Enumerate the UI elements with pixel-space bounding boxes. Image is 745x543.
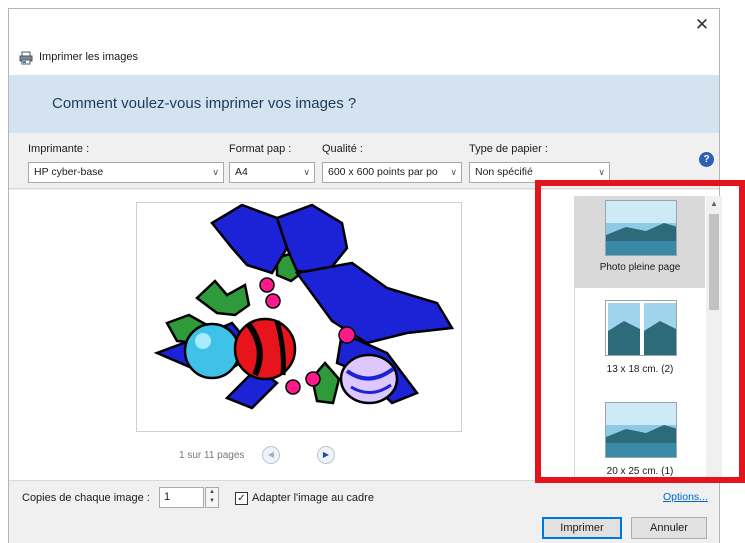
scroll-thumb[interactable] (709, 214, 719, 310)
landscape-thumbnail (605, 402, 677, 458)
increment-icon[interactable]: ▲ (206, 488, 218, 497)
quality-label: Qualité : (322, 143, 363, 155)
printer-label: Imprimante : (28, 143, 90, 155)
banner-heading: Comment voulez-vous imprimer vos images … (52, 95, 357, 112)
chevron-down-icon: ∨ (598, 167, 605, 177)
copies-spinner[interactable]: ▲ ▼ (205, 487, 219, 508)
printer-value: HP cyber-base (34, 166, 104, 178)
help-icon[interactable]: ? (699, 152, 714, 167)
fit-to-frame-label[interactable]: Adapter l'image au cadre (252, 492, 374, 504)
landscape-thumbnail (605, 200, 677, 256)
chevron-down-icon: ∨ (450, 167, 457, 177)
scroll-up-icon[interactable]: ▲ (706, 196, 722, 212)
layout-label-full-page: Photo pleine page (599, 262, 681, 273)
print-preview (136, 202, 462, 432)
paper-size-label: Format pap : (229, 143, 292, 155)
fit-to-frame-checkbox[interactable]: ✓ (235, 492, 248, 505)
print-button[interactable]: Imprimer (542, 517, 622, 539)
copies-label: Copies de chaque image : (22, 492, 150, 504)
layout-label-20x25: 20 x 25 cm. (1) (606, 466, 674, 477)
cancel-button[interactable]: Annuler (631, 517, 707, 539)
chevron-right-icon: ▶ (322, 450, 330, 459)
quality-value: 600 x 600 points par po (328, 166, 438, 178)
print-options-bar: Imprimante : HP cyber-base ∨ Format pap … (9, 133, 719, 189)
quality-select[interactable]: 600 x 600 points par po ∨ (322, 162, 462, 183)
paper-type-value: Non spécifié (475, 166, 533, 178)
paper-size-value: A4 (235, 166, 248, 178)
chevron-down-icon: ∨ (303, 167, 310, 177)
paper-type-select[interactable]: Non spécifié ∨ (469, 162, 610, 183)
christmas-ornaments-image (153, 203, 455, 410)
layout-item-13x18[interactable]: 13 x 18 cm. (2) (575, 292, 705, 384)
window-title: Imprimer les images (39, 51, 139, 63)
two-portrait-thumbnail (605, 300, 677, 356)
layout-list: Photo pleine page 13 x 18 cm. (2) 20 x 2… (574, 196, 722, 481)
page-counter: 1 sur 11 pages (179, 450, 245, 461)
chevron-left-icon: ◀ (267, 450, 275, 459)
copies-input[interactable]: 1 (159, 487, 204, 508)
chevron-down-icon: ∨ (212, 167, 219, 177)
options-link[interactable]: Options... (663, 491, 708, 503)
dialog-footer: Imprimer Annuler (9, 512, 719, 543)
previous-page-button[interactable]: ◀ (262, 446, 280, 464)
layout-item-full-page[interactable]: Photo pleine page (575, 196, 705, 288)
printer-select[interactable]: HP cyber-base ∨ (28, 162, 224, 183)
layout-scrollbar[interactable]: ▲ (706, 196, 722, 481)
print-pictures-dialog: ✕ Imprimer les images Comment voulez-vou… (8, 8, 722, 543)
next-page-button[interactable]: ▶ (317, 446, 335, 464)
printer-icon (19, 51, 33, 65)
close-button[interactable]: ✕ (691, 15, 713, 37)
layout-label-13x18: 13 x 18 cm. (2) (606, 364, 674, 375)
paper-type-label: Type de papier : (469, 143, 548, 155)
print-settings-strip: Copies de chaque image : 1 ▲ ▼ ✓ Adapter… (9, 480, 719, 512)
instruction-banner: Comment voulez-vous imprimer vos images … (9, 75, 719, 133)
layout-item-20x25[interactable]: 20 x 25 cm. (1) (575, 394, 705, 481)
decrement-icon[interactable]: ▼ (206, 497, 218, 506)
title-bar: ✕ Imprimer les images (9, 9, 719, 75)
paper-size-select[interactable]: A4 ∨ (229, 162, 315, 183)
